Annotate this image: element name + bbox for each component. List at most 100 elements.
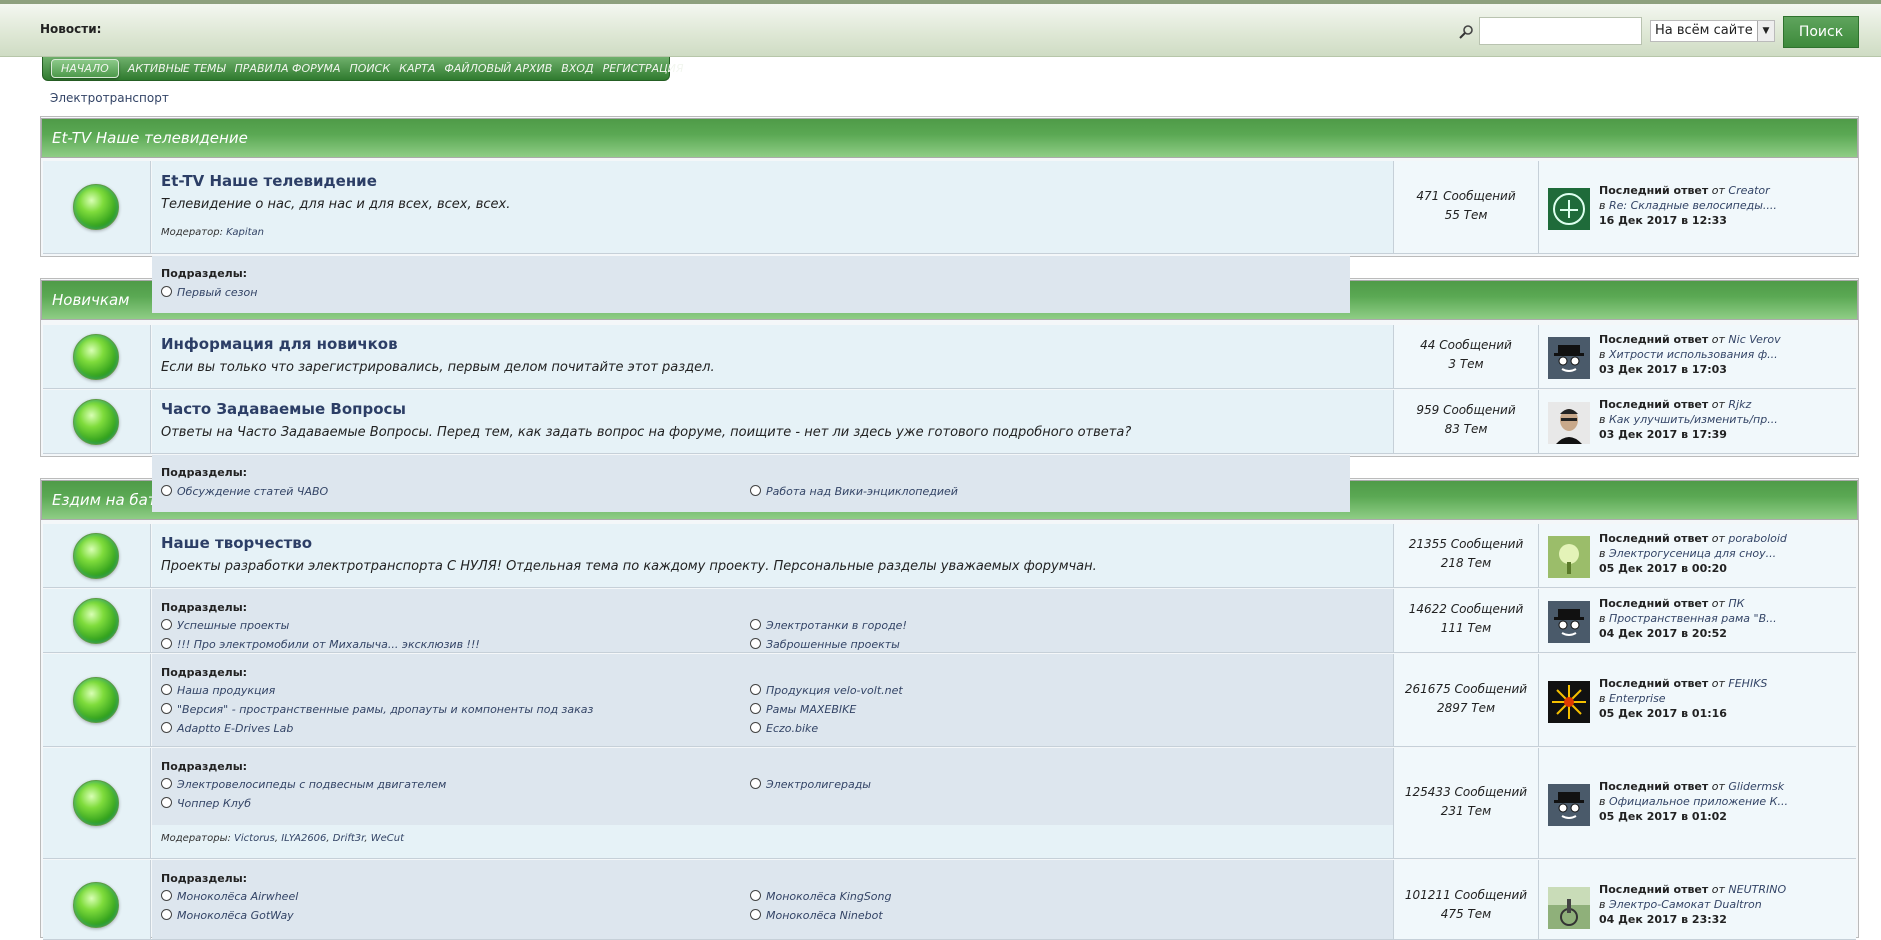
nav-forum-rules[interactable]: ПРАВИЛА ФОРУМА <box>235 62 341 75</box>
main-nav: НАЧАЛО АКТИВНЫЕ ТЕМЫ ПРАВИЛА ФОРУМА ПОИС… <box>42 57 684 81</box>
forum-moderators: Модератор: Kapitan <box>161 227 264 238</box>
subforum-link[interactable]: Электролигерады <box>750 778 871 791</box>
last-date: 05 Дек 2017 в 01:02 <box>1599 810 1727 823</box>
forum-status-icon <box>73 184 119 230</box>
topic-count: 55 Тем <box>1444 208 1488 222</box>
nav-map[interactable]: КАРТА <box>399 62 435 75</box>
nav-register[interactable]: РЕГИСТРАЦИЯ <box>603 62 684 75</box>
last-date: 05 Дек 2017 в 01:16 <box>1599 707 1727 720</box>
moderator-link[interactable]: Victorus <box>234 833 275 844</box>
forum-row: Подразделы: Успешные проекты Электротанк… <box>43 589 1856 653</box>
last-topic-link[interactable]: Re: Складные велосипеды.... <box>1609 199 1777 212</box>
forum-title[interactable]: Наше творчество <box>161 534 312 552</box>
search-input[interactable] <box>1479 17 1642 45</box>
last-author-link[interactable]: Rjkz <box>1728 398 1751 411</box>
forum-description: Если вы только что зарегистрировались, п… <box>161 360 715 375</box>
moderator-link[interactable]: Drift3r <box>333 833 365 844</box>
last-author-link[interactable]: Creator <box>1728 184 1769 197</box>
topic-count: 111 Тем <box>1440 621 1492 635</box>
subforum-link[interactable]: Первый сезон <box>161 286 257 299</box>
last-topic-link[interactable]: Enterprise <box>1609 692 1666 705</box>
nav-search[interactable]: ПОИСК <box>350 62 391 75</box>
forum-status-icon <box>73 882 119 928</box>
last-topic-link[interactable]: Пространственная рама "В... <box>1609 612 1777 625</box>
search-button[interactable]: Поиск <box>1783 16 1859 48</box>
avatar[interactable] <box>1548 188 1590 230</box>
nav-home[interactable]: НАЧАЛО <box>51 59 119 78</box>
moderator-link[interactable]: WeCut <box>371 833 404 844</box>
forum-row: Et-TV Наше телевидение Телевидение о нас… <box>43 161 1856 254</box>
last-date: 16 Дек 2017 в 12:33 <box>1599 214 1727 227</box>
moderator-link[interactable]: ILYA2606 <box>281 833 326 844</box>
subforum-link[interactable]: Работа над Вики-энциклопедией <box>750 485 958 498</box>
last-topic-link[interactable]: Электро-Самокат Dualtron <box>1609 898 1762 911</box>
nav-active-topics[interactable]: АКТИВНЫЕ ТЕМЫ <box>128 62 226 75</box>
last-date: 03 Дек 2017 в 17:03 <box>1599 363 1727 376</box>
subforum-link[interactable]: Моноколёса Airwheel <box>161 890 298 903</box>
subforum-link[interactable]: !!! Про электромобили от Михалыча... экс… <box>161 638 480 651</box>
subforum-link[interactable]: Электровелосипеды с подвесным двигателем <box>161 778 446 791</box>
last-topic-link[interactable]: Электрогусеница для сноу... <box>1609 547 1776 560</box>
forum-row: Подразделы: Моноколёса Airwheel Моноколё… <box>43 860 1856 940</box>
forum-moderators: Модераторы: Victorus, ILYA2606, Drift3r,… <box>161 833 404 844</box>
forum-row: Информация для новичков Если вы только ч… <box>43 325 1856 389</box>
post-count: 471 Сообщений <box>1416 189 1516 203</box>
avatar[interactable] <box>1548 402 1590 444</box>
topic-count: 3 Тем <box>1448 357 1484 371</box>
forum-title[interactable]: Часто Задаваемые Вопросы <box>161 400 406 418</box>
last-date: 03 Дек 2017 в 17:39 <box>1599 428 1727 441</box>
search-icon[interactable] <box>1458 24 1474 40</box>
post-count: 261675 Сообщений <box>1404 682 1528 696</box>
forum-row: Подразделы: Наша продукция Продукция vel… <box>43 654 1856 747</box>
forum-row: Часто Задаваемые Вопросы Ответы на Часто… <box>43 390 1856 454</box>
moderator-link[interactable]: Kapitan <box>226 227 264 238</box>
last-topic-link[interactable]: Как улучшить/изменить/пр... <box>1609 413 1778 426</box>
subforums-panel: Подразделы: Первый сезон <box>152 256 1350 313</box>
forum-title[interactable]: Информация для новичков <box>161 335 398 353</box>
last-topic-link[interactable]: Официальное приложение К... <box>1609 795 1788 808</box>
topic-count: 475 Тем <box>1440 907 1492 921</box>
subforum-link[interactable]: "Версия" - пространственные рамы, дропау… <box>161 703 593 716</box>
forum-title[interactable]: Et-TV Наше телевидение <box>161 172 377 190</box>
subforum-link[interactable]: Успешные проекты <box>161 619 289 632</box>
last-author-link[interactable]: ПК <box>1728 597 1744 610</box>
post-count: 125433 Сообщений <box>1404 785 1528 799</box>
last-date: 04 Дек 2017 в 23:32 <box>1599 913 1727 926</box>
subforum-link[interactable]: Eczo.bike <box>750 722 818 735</box>
last-author-link[interactable]: NEUTRINO <box>1728 883 1786 896</box>
subforum-link[interactable]: Моноколёса Ninebot <box>750 909 883 922</box>
avatar[interactable] <box>1548 887 1590 929</box>
post-count: 959 Сообщений <box>1416 403 1516 417</box>
avatar[interactable] <box>1548 681 1590 723</box>
avatar[interactable] <box>1548 601 1590 643</box>
subforums-panel: Подразделы: Обсуждение статей ЧАВО Работ… <box>152 455 1350 512</box>
last-author-link[interactable]: Glidermsk <box>1728 780 1784 793</box>
topic-count: 2897 Тем <box>1436 701 1496 715</box>
avatar[interactable] <box>1548 337 1590 379</box>
post-count: 14622 Сообщений <box>1408 602 1524 616</box>
subforum-link[interactable]: Моноколёса GotWay <box>161 909 294 922</box>
search-scope-select[interactable]: На всём сайте ▼ <box>1650 20 1775 42</box>
nav-login[interactable]: ВХОД <box>561 62 593 75</box>
last-author-link[interactable]: Nic Verov <box>1728 333 1780 346</box>
category-header[interactable]: Et-TV Наше телевидение <box>41 118 1858 158</box>
subforum-link[interactable]: Моноколёса KingSong <box>750 890 892 903</box>
avatar[interactable] <box>1548 784 1590 826</box>
last-author-link[interactable]: FEHIKS <box>1728 677 1767 690</box>
nav-file-archive[interactable]: ФАЙЛОВЫЙ АРХИВ <box>444 62 552 75</box>
subforum-link[interactable]: Рамы MAXEBIKE <box>750 703 856 716</box>
top-bar: Новости: На всём сайте ▼ Поиск <box>0 0 1881 57</box>
subforum-link[interactable]: Заброшенные проекты <box>750 638 900 651</box>
subforum-link[interactable]: Электротанки в городе! <box>750 619 907 632</box>
subforum-link[interactable]: Чоппер Клуб <box>161 797 251 810</box>
subforum-link[interactable]: Обсуждение статей ЧАВО <box>161 485 328 498</box>
subforum-link[interactable]: Adaptto E-Drives Lab <box>161 722 293 735</box>
avatar[interactable] <box>1548 536 1590 578</box>
last-topic-link[interactable]: Хитрости использования ф... <box>1609 348 1778 361</box>
forum-row: Наше творчество Проекты разработки элект… <box>43 524 1856 588</box>
breadcrumb[interactable]: Электротранспорт <box>50 91 169 105</box>
topic-count: 218 Тем <box>1440 556 1492 570</box>
last-author-link[interactable]: poraboloid <box>1728 532 1787 545</box>
subforum-link[interactable]: Продукция velo-volt.net <box>750 684 903 697</box>
subforum-link[interactable]: Наша продукция <box>161 684 275 697</box>
